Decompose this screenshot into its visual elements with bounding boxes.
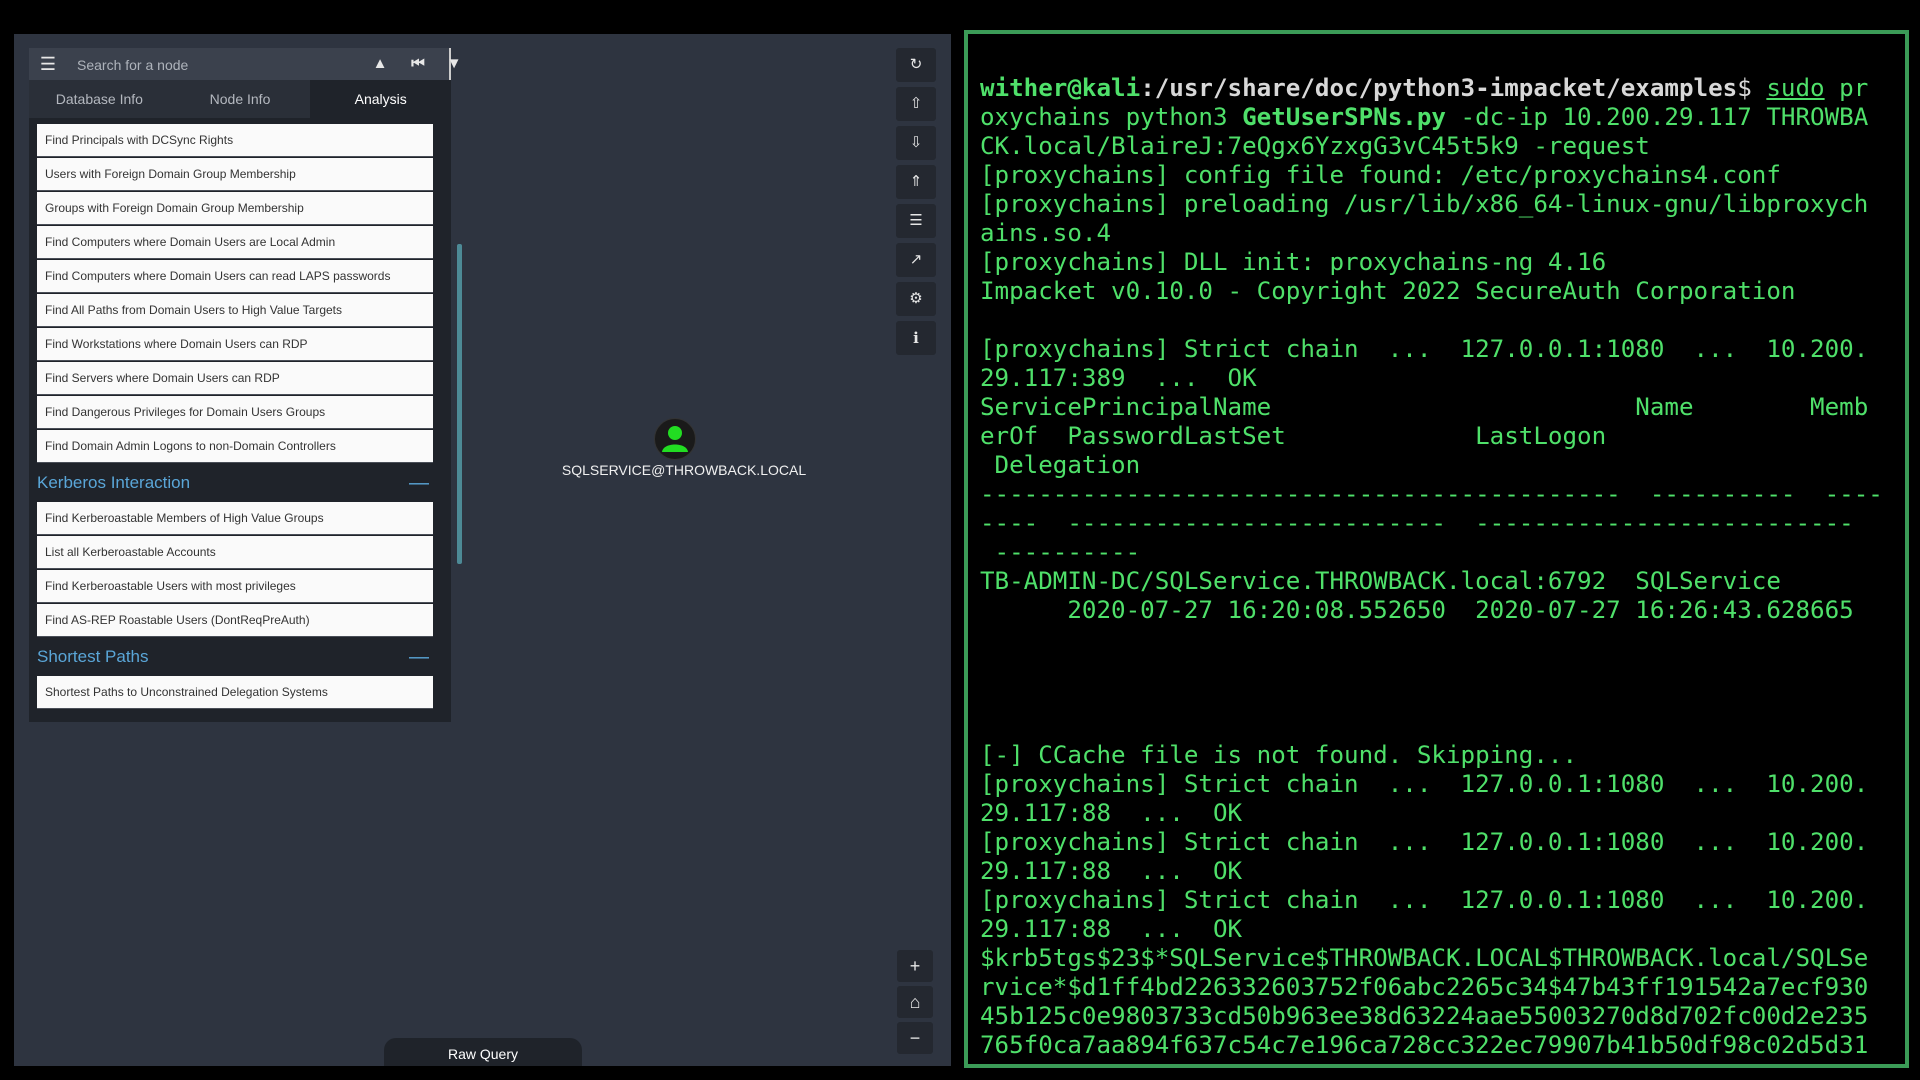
tab-analysis[interactable]: Analysis	[310, 80, 452, 118]
command-output: [proxychains] config file found: /etc/pr…	[980, 161, 1883, 1059]
list-icon[interactable]: ☰	[896, 204, 936, 238]
section-title: Shortest Paths	[37, 647, 149, 666]
query-item[interactable]: Find Dangerous Privileges for Domain Use…	[37, 396, 433, 429]
section-shortest-paths[interactable]: Shortest Paths —	[37, 638, 433, 676]
cmd-text: pr	[1824, 74, 1869, 102]
cmd-sudo: sudo	[1766, 74, 1825, 102]
query-item[interactable]: List all Kerberoastable Accounts	[37, 536, 433, 569]
pathfinding-icon[interactable]: ▲	[369, 53, 391, 75]
query-item[interactable]: Find Computers where Domain Users can re…	[37, 260, 433, 293]
query-item[interactable]: Find All Paths from Domain Users to High…	[37, 294, 433, 327]
zoom-in-icon[interactable]: +	[897, 950, 933, 982]
analysis-query-list: Find Principals with DCSync Rights Users…	[37, 124, 433, 722]
query-item[interactable]: Find Workstations where Domain Users can…	[37, 328, 433, 361]
query-item[interactable]: Find AS-REP Roastable Users (DontReqPreA…	[37, 604, 433, 637]
tab-node-info[interactable]: Node Info	[170, 80, 311, 118]
export-icon[interactable]: ⇧	[896, 87, 936, 121]
cmd-script: GetUserSPNs.py	[1242, 103, 1446, 131]
back-icon[interactable]: ⏮	[407, 53, 429, 75]
prompt-symbol: $	[1737, 74, 1767, 102]
panel-scrollbar[interactable]	[457, 244, 462, 564]
filter-icon[interactable]: ▼	[443, 53, 465, 75]
query-item[interactable]: Users with Foreign Domain Group Membersh…	[37, 158, 433, 191]
prompt-user: wither@kali	[980, 74, 1141, 102]
query-item[interactable]: Find Kerberoastable Users with most priv…	[37, 570, 433, 603]
info-icon[interactable]: i	[896, 321, 936, 355]
query-item[interactable]: Find Domain Admin Logons to non-Domain C…	[37, 430, 433, 463]
raw-query-button[interactable]: Raw Query	[384, 1038, 582, 1066]
query-item[interactable]: Find Computers where Domain Users are Lo…	[37, 226, 433, 259]
upload-icon[interactable]: ⇑	[896, 165, 936, 199]
home-icon[interactable]: ⌂	[897, 986, 933, 1018]
zoom-controls: + ⌂ −	[897, 950, 933, 1058]
refresh-icon[interactable]: ↻	[896, 48, 936, 82]
bloodhound-window: ☰ ▲ ⏮ ▼ Database Info Node Info Analysis…	[14, 34, 951, 1066]
search-bar: ☰ ▲ ⏮ ▼	[29, 48, 461, 80]
terminal-window[interactable]: wither@kali:/usr/share/doc/python3-impac…	[964, 30, 1909, 1068]
node-search-input[interactable]	[75, 52, 359, 78]
collapse-icon[interactable]: —	[409, 464, 429, 502]
query-item[interactable]: Shortest Paths to Unconstrained Delegati…	[37, 676, 433, 709]
terminal-output: wither@kali:/usr/share/doc/python3-impac…	[980, 74, 1898, 1060]
section-kerberos-interaction[interactable]: Kerberos Interaction —	[37, 464, 433, 502]
user-node-icon[interactable]	[654, 418, 696, 460]
left-panel: ☰ ▲ ⏮ ▼ Database Info Node Info Analysis…	[29, 48, 462, 722]
hamburger-menu-icon[interactable]: ☰	[37, 53, 59, 75]
zoom-out-icon[interactable]: −	[897, 1022, 933, 1054]
node-label: SQLSERVICE@THROWBACK.LOCAL	[561, 462, 807, 478]
query-item[interactable]: Find Servers where Domain Users can RDP	[37, 362, 433, 395]
import-icon[interactable]: ⇩	[896, 126, 936, 160]
settings-icon[interactable]: ⚙	[896, 282, 936, 316]
cmd-text: -dc-ip 10.200.29.117 THROWBA	[1446, 103, 1869, 131]
section-title: Kerberos Interaction	[37, 473, 191, 492]
collapse-icon[interactable]: —	[409, 638, 429, 676]
query-item[interactable]: Find Kerberoastable Members of High Valu…	[37, 502, 433, 535]
graph-toolbar: ↻ ⇧ ⇩ ⇑ ☰ ↗ ⚙ i	[896, 48, 938, 360]
tab-database-info[interactable]: Database Info	[29, 80, 170, 118]
query-item[interactable]: Groups with Foreign Domain Group Members…	[37, 192, 433, 225]
cmd-text: oxychains python3	[980, 103, 1243, 131]
chart-icon[interactable]: ↗	[896, 243, 936, 277]
panel-tabs: Database Info Node Info Analysis	[29, 80, 452, 118]
query-item[interactable]: Find Principals with DCSync Rights	[37, 124, 433, 157]
cmd-text: CK.local/BlaireJ:7eQgx6YzxgG3vC45t5k9 -r…	[980, 132, 1650, 160]
prompt-path: :/usr/share/doc/python3-impacket/example…	[1140, 74, 1738, 102]
